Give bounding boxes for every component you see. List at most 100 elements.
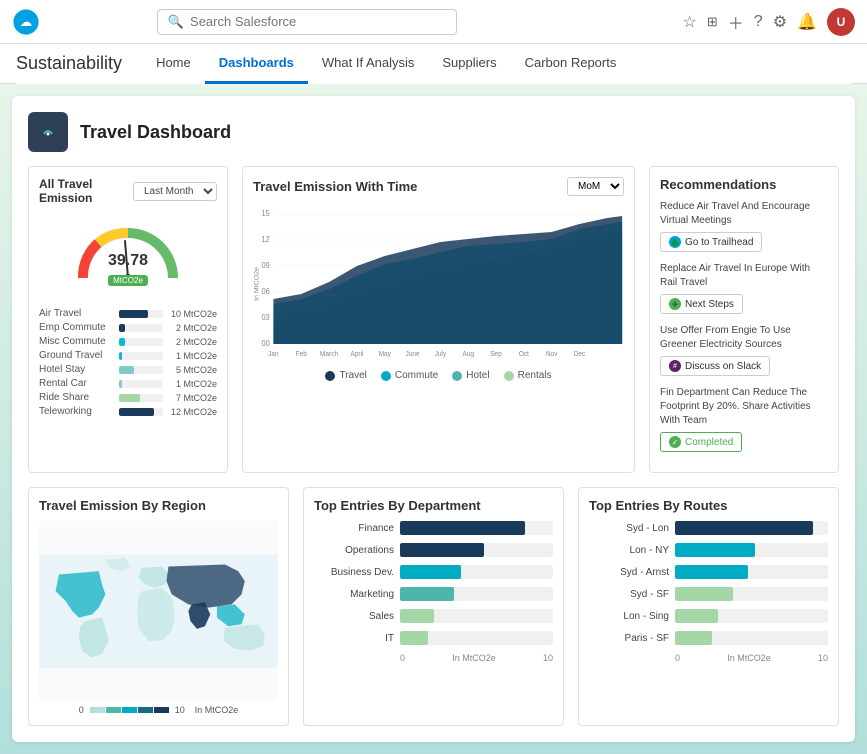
emission-row-misccommute: Misc Commute 2 MtCO2e [39, 336, 217, 347]
dashboard-title: Travel Dashboard [80, 122, 231, 143]
svg-text:Aug: Aug [462, 351, 474, 358]
nav-item-dashboards[interactable]: Dashboards [205, 44, 308, 84]
gauge-container: 39.78 MtCO2e [39, 213, 217, 288]
chart-legend: Travel Commute Hotel Rentals [253, 370, 624, 381]
avatar[interactable]: U [827, 8, 855, 36]
svg-text:July: July [435, 351, 447, 358]
dept-bar-operations: Operations [314, 543, 553, 557]
svg-text:June: June [405, 351, 419, 358]
routes-bar-sydarnst: Syd - Arnst [589, 565, 828, 579]
dashboard-card: Travel Dashboard All Travel Emission Las… [12, 96, 855, 742]
emission-row-ground: Ground Travel 1 MtCO2e [39, 350, 217, 361]
gauge-value: 39.78 [108, 252, 148, 270]
emission-row-empcommute: Emp Commute 2 MtCO2e [39, 322, 217, 333]
slack-icon: # [669, 360, 681, 372]
reco-item-4: Fin Department Can Reduce The Footprint … [660, 386, 828, 452]
svg-text:15: 15 [261, 209, 269, 218]
svg-text:In MtCO2e: In MtCO2e [254, 267, 261, 301]
reco-item-3: Use Offer From Engie To Use Greener Elec… [660, 324, 828, 376]
chart-area: 15 12 09 06 03 00 In MtCO2e [253, 204, 624, 364]
emission-row-airtravel: Air Travel 10 MtCO2e [39, 308, 217, 319]
search-bar[interactable]: 🔍 [157, 9, 457, 35]
reco-item-1: Reduce Air Travel And Encourage Virtual … [660, 200, 828, 252]
three-columns: All Travel Emission Last Month [28, 166, 839, 473]
legend-rentals: Rentals [504, 370, 552, 381]
legend-travel: Travel [325, 370, 366, 381]
emission-row-ride: Ride Share 7 MtCO2e [39, 392, 217, 403]
emissions-label: All Travel Emission [39, 177, 133, 205]
svg-text:Feb: Feb [296, 351, 307, 358]
help-icon[interactable]: ? [754, 13, 763, 31]
legend-hotel: Hotel [452, 370, 489, 381]
svg-text:April: April [350, 351, 363, 358]
app-logo: ☁ [12, 8, 40, 36]
svg-text:03: 03 [261, 313, 269, 322]
chart-title: Travel Emission With Time [253, 179, 417, 194]
nav-item-suppliers[interactable]: Suppliers [428, 44, 510, 84]
discuss-slack-button[interactable]: # Discuss on Slack [660, 356, 770, 376]
gear-icon[interactable]: ⚙ [773, 12, 787, 32]
top-bar: ☁ 🔍 ☆ ⊞ ＋ ? ⚙ 🔔 U [0, 0, 867, 44]
map-panel: Travel Emission By Region [28, 487, 289, 726]
bell-icon[interactable]: 🔔 [797, 12, 817, 32]
dept-bar-marketing: Marketing [314, 587, 553, 601]
dashboard-header: Travel Dashboard [28, 112, 839, 152]
nav-item-home[interactable]: Home [142, 44, 205, 84]
app-name: Sustainability [16, 53, 122, 74]
map-container [39, 521, 278, 701]
dept-bar-sales: Sales [314, 609, 553, 623]
routes-bar-lonny: Lon - NY [589, 543, 828, 557]
reco-item-2: Replace Air Travel In Europe With Rail T… [660, 262, 828, 314]
search-input[interactable] [190, 14, 446, 29]
svg-text:☁: ☁ [20, 15, 33, 29]
completed-button[interactable]: ✓ Completed [660, 432, 742, 452]
completed-icon: ✓ [669, 436, 681, 448]
go-to-trailhead-button[interactable]: 🌲 Go to Trailhead [660, 232, 762, 252]
dept-chart-axis: 0 In MtCO2e 10 [314, 653, 553, 663]
routes-chart-title: Top Entries By Routes [589, 498, 828, 513]
add-icon[interactable]: ＋ [728, 10, 744, 34]
dashboard-icon [28, 112, 68, 152]
dept-chart-title: Top Entries By Department [314, 498, 553, 513]
routes-chart-panel: Top Entries By Routes Syd - Lon Lon - NY… [578, 487, 839, 726]
time-chart-svg: 15 12 09 06 03 00 In MtCO2e [253, 204, 624, 364]
svg-text:March: March [320, 351, 338, 358]
top-icons: ☆ ⊞ ＋ ? ⚙ 🔔 U [683, 8, 855, 36]
nav-bar: Sustainability Home Dashboards What If A… [0, 44, 867, 84]
svg-text:Nov: Nov [546, 351, 558, 358]
gauge-unit: MtCO2e [108, 275, 148, 286]
dept-chart-rows: Finance Operations Business Dev. Marketi… [314, 521, 553, 645]
routes-chart-axis: 0 In MtCO2e 10 [589, 653, 828, 663]
map-title: Travel Emission By Region [39, 498, 278, 513]
svg-text:12: 12 [261, 235, 269, 244]
waffle-icon[interactable]: ⊞ [707, 14, 718, 30]
emission-row-rental: Rental Car 1 MtCO2e [39, 378, 217, 389]
period-select[interactable]: Last Month [133, 182, 217, 201]
nav-item-whatif[interactable]: What If Analysis [308, 44, 428, 84]
legend-commute: Commute [381, 370, 438, 381]
search-icon: 🔍 [168, 14, 184, 30]
dept-bar-bizdev: Business Dev. [314, 565, 553, 579]
svg-text:06: 06 [261, 287, 269, 296]
dept-bar-it: IT [314, 631, 553, 645]
star-icon[interactable]: ☆ [683, 12, 697, 32]
routes-bar-sydlon: Syd - Lon [589, 521, 828, 535]
trailhead-icon: 🌲 [669, 236, 681, 248]
routes-bar-lonsing: Lon - Sing [589, 609, 828, 623]
next-steps-button[interactable]: ✈ Next Steps [660, 294, 743, 314]
emission-rows: Air Travel 10 MtCO2e Emp Commute 2 MtCO2… [39, 308, 217, 417]
main-background: Travel Dashboard All Travel Emission Las… [0, 84, 867, 754]
svg-text:Sep: Sep [490, 351, 502, 358]
dept-chart-panel: Top Entries By Department Finance Operat… [303, 487, 564, 726]
routes-bar-sydsf: Syd - SF [589, 587, 828, 601]
map-scale: 0 10 In MtCO2e [39, 705, 278, 715]
svg-text:09: 09 [261, 261, 269, 270]
emission-row-tele: Teleworking 12 MtCO2e [39, 406, 217, 417]
recommendations-title: Recommendations [660, 177, 828, 192]
svg-text:Oct: Oct [519, 351, 529, 358]
nav-item-carbon-reports[interactable]: Carbon Reports [511, 44, 631, 84]
routes-chart-rows: Syd - Lon Lon - NY Syd - Arnst Syd - SF [589, 521, 828, 645]
recommendations-panel: Recommendations Reduce Air Travel And En… [649, 166, 839, 473]
next-steps-icon: ✈ [669, 298, 681, 310]
chart-period-select[interactable]: MoM [567, 177, 624, 196]
